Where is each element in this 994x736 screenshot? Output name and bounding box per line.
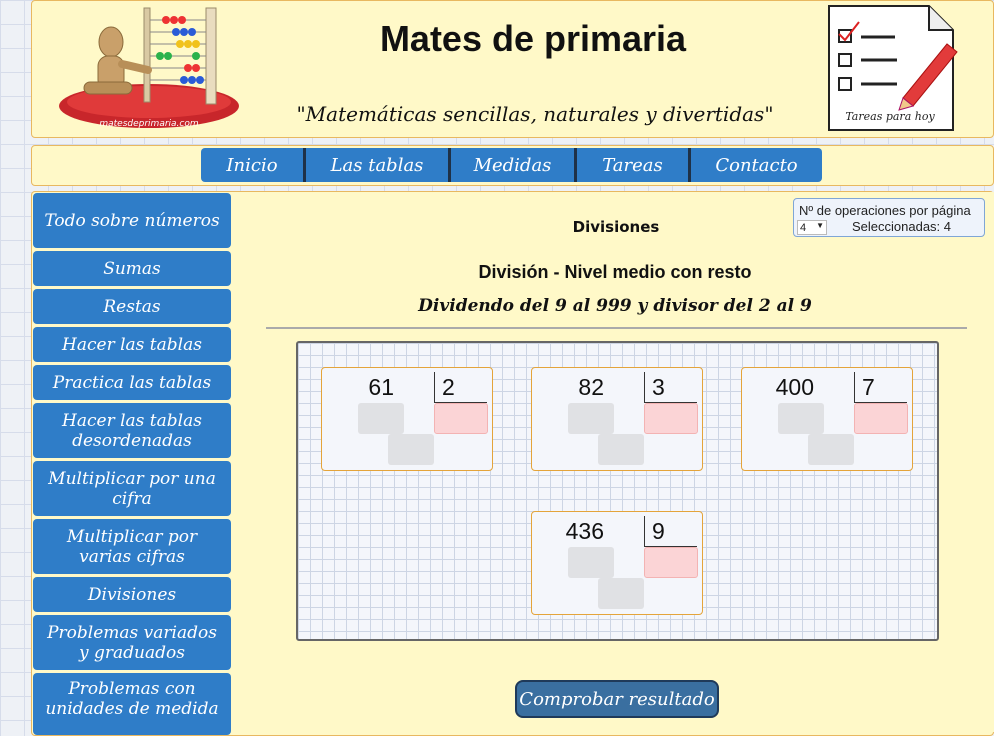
sidebar-item-problemas-medida[interactable]: Problemas con unidades de medida [33, 673, 231, 735]
divider [266, 327, 967, 329]
dividend: 400 [775, 374, 814, 400]
division-card: 400 7 [741, 367, 913, 471]
division-card: 436 9 [531, 511, 703, 615]
nav-inicio[interactable]: Inicio [201, 148, 306, 182]
division-card: 61 2 [321, 367, 493, 471]
sidebar-item-tablas-desordenadas[interactable]: Hacer las tablas desordenadas [33, 403, 231, 458]
dividend: 61 [368, 374, 394, 400]
remainder-input[interactable] [808, 434, 854, 465]
dividend: 436 [565, 518, 604, 544]
remainder-input[interactable] [598, 434, 644, 465]
divisor: 2 [442, 374, 455, 400]
level-subtitle: Dividendo del 9 al 999 y divisor del 2 a… [418, 296, 812, 316]
ops-per-page-select[interactable]: 4 ▼ [797, 220, 827, 235]
sidebar-item-numeros[interactable]: Todo sobre números [33, 193, 231, 248]
ops-per-page-box: Nº de operaciones por página 4 ▼ Selecci… [793, 198, 985, 237]
sidebar-item-practica-tablas[interactable]: Practica las tablas [33, 365, 231, 400]
partial-input[interactable] [358, 403, 404, 434]
level-title: División - Nivel medio con resto [478, 262, 752, 282]
sidebar-item-hacer-tablas[interactable]: Hacer las tablas [33, 327, 231, 362]
remainder-input[interactable] [388, 434, 434, 465]
logo-text: matesdeprimaria.com [99, 119, 199, 129]
ops-select-value: 4 [800, 221, 807, 234]
divisor: 3 [652, 374, 665, 400]
chevron-down-icon: ▼ [816, 221, 824, 230]
division-card: 82 3 [531, 367, 703, 471]
sidebar-item-divisiones[interactable]: Divisiones [33, 577, 231, 612]
quotient-input[interactable] [434, 403, 488, 434]
sidebar-item-multiplicar-varias[interactable]: Multiplicar por varias cifras [33, 519, 231, 574]
ops-per-page-label: Nº de operaciones por página [799, 203, 971, 218]
check-result-button[interactable]: Comprobar resultado [515, 680, 719, 718]
sidebar-item-sumas[interactable]: Sumas [33, 251, 231, 286]
sidebar-item-problemas-variados[interactable]: Problemas variados y graduados [33, 615, 231, 670]
ops-selected-count: Seleccionadas: 4 [852, 219, 952, 234]
nav-contacto[interactable]: Contacto [691, 148, 822, 182]
page-heading: Divisiones [572, 218, 660, 236]
nav-medidas[interactable]: Medidas [451, 148, 577, 182]
quotient-input[interactable] [854, 403, 908, 434]
partial-input[interactable] [778, 403, 824, 434]
tagline: "Matemáticas sencillas, naturales y dive… [296, 102, 774, 126]
sidebar-item-multiplicar-una[interactable]: Multiplicar por una cifra [33, 461, 231, 516]
partial-input[interactable] [568, 403, 614, 434]
divisor: 9 [652, 518, 665, 544]
partial-input[interactable] [568, 547, 614, 578]
quotient-input[interactable] [644, 403, 698, 434]
nav-las-tablas[interactable]: Las tablas [306, 148, 451, 182]
quotient-input[interactable] [644, 547, 698, 578]
sidebar-item-restas[interactable]: Restas [33, 289, 231, 324]
logo-icon[interactable]: matesdeprimaria.com [56, 6, 242, 130]
remainder-input[interactable] [598, 578, 644, 609]
dividend: 82 [578, 374, 604, 400]
nav-tareas[interactable]: Tareas [577, 148, 691, 182]
tasks-label: Tareas para hoy [845, 110, 935, 123]
site-title: Mates de primaria [379, 18, 687, 59]
divisor: 7 [862, 374, 875, 400]
